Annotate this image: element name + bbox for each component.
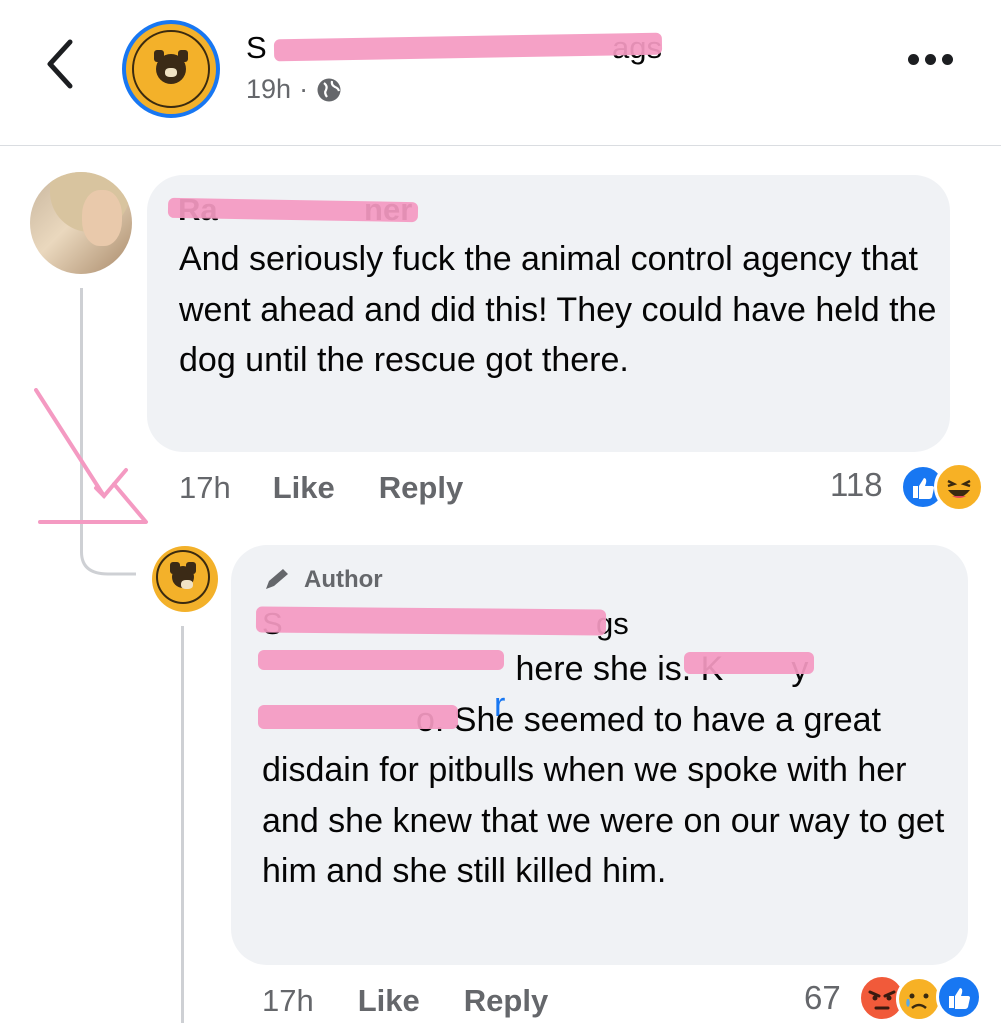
dog-icon (170, 562, 196, 589)
more-options-button[interactable] (908, 52, 966, 76)
reaction-count[interactable]: 118 (830, 466, 883, 504)
dog-icon (154, 50, 188, 84)
pencil-icon (266, 569, 288, 589)
redaction-mark (258, 704, 458, 729)
reply-author-avatar[interactable] (152, 546, 218, 612)
redaction-mark (255, 606, 607, 636)
thread-connector (80, 540, 136, 576)
page-name[interactable]: S ags (246, 30, 676, 66)
page-avatar[interactable] (122, 20, 220, 118)
meta-separator: · (299, 74, 309, 104)
rescue-logo (132, 30, 210, 108)
post-meta: 19h · (246, 74, 342, 105)
more-horizontal-icon (908, 54, 919, 65)
author-badge-label: Author (304, 566, 383, 593)
redaction-mark (684, 652, 814, 674)
haha-reaction-icon (934, 462, 984, 512)
like-reaction-icon (936, 974, 982, 1020)
reply-reply-button[interactable]: Reply (464, 983, 548, 1019)
reply-body: She seemed to have a great disdain for p… (262, 700, 945, 891)
rescue-logo (156, 550, 210, 604)
redaction-mark (258, 650, 504, 670)
comment-actions: 17h Like Reply (179, 470, 463, 506)
post-time[interactable]: 19h (246, 74, 291, 105)
chevron-left-icon (47, 39, 73, 89)
page-name-start: S (246, 30, 267, 65)
header-divider (0, 145, 1001, 146)
globe-icon (317, 78, 341, 101)
comment-text: And seriously fuck the animal control ag… (179, 240, 937, 379)
commenter-avatar[interactable] (30, 172, 132, 274)
reply-thread-line (181, 626, 184, 1023)
redaction-mark (273, 32, 663, 62)
reply-text: r here she is. Ky o. She seemed to have … (258, 644, 962, 897)
reply-author-name[interactable]: S gs (255, 606, 682, 641)
commenter-name[interactable]: Ra ner (167, 192, 419, 227)
reply-actions: 17h Like Reply (262, 983, 548, 1019)
like-button[interactable]: Like (273, 470, 335, 506)
reply-like-button[interactable]: Like (358, 983, 420, 1019)
reply-time[interactable]: 17h (262, 983, 314, 1019)
back-button[interactable] (40, 36, 80, 92)
annotation-arrow (34, 388, 148, 524)
author-badge: Author (262, 566, 383, 594)
comment-time[interactable]: 17h (179, 470, 231, 506)
reply-reaction-count[interactable]: 67 (804, 979, 841, 1017)
reply-button[interactable]: Reply (379, 470, 463, 506)
